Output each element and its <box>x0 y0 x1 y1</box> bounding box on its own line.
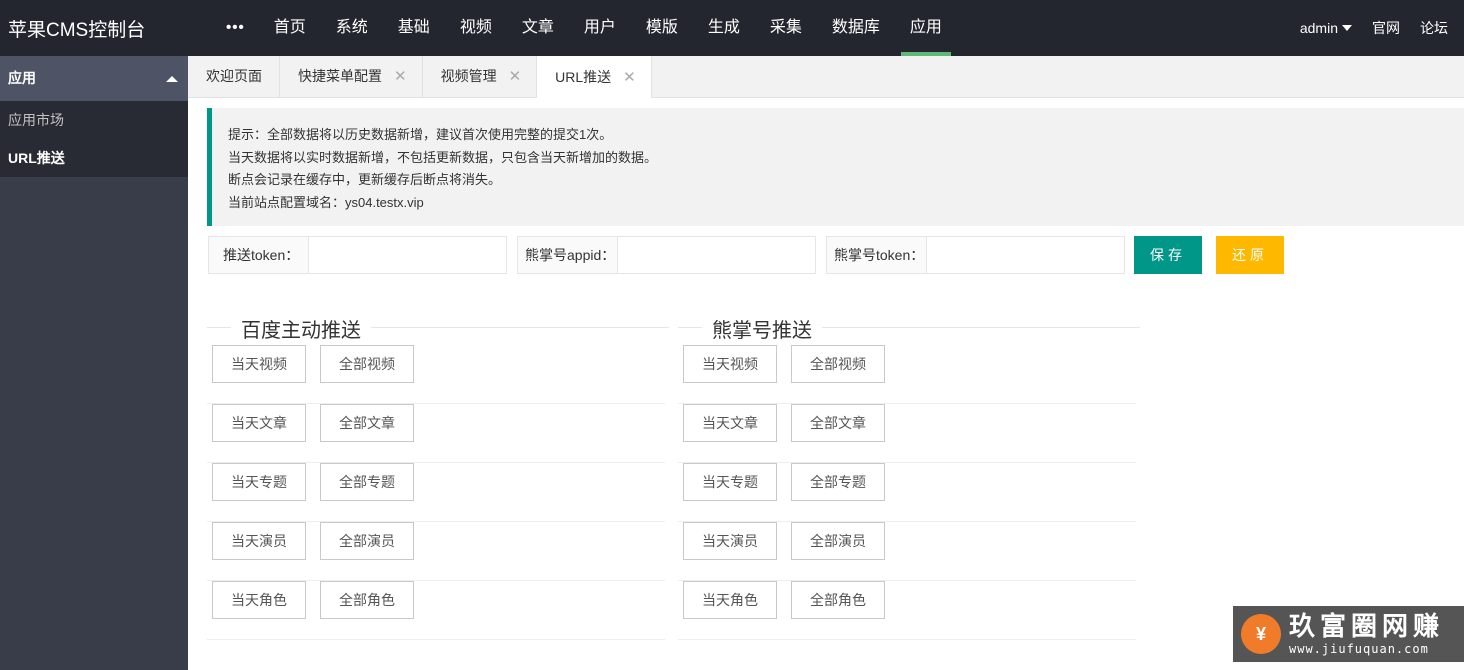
close-icon[interactable]: ✕ <box>509 56 522 97</box>
watermark-badge: ¥ 玖富圈网赚 www.jiufuquan.com <box>1233 606 1464 662</box>
tab-welcome[interactable]: 欢迎页面 <box>188 56 280 97</box>
tab-video-manage[interactable]: 视频管理 ✕ <box>423 56 538 97</box>
baidu-today-actor-button[interactable]: 当天演员 <box>212 522 306 560</box>
nav-item-video[interactable]: 视频 <box>445 0 507 56</box>
nav-item-home[interactable]: 首页 <box>259 0 321 56</box>
official-site-link[interactable]: 官网 <box>1372 18 1400 38</box>
baidu-all-role-button[interactable]: 全部角色 <box>320 581 414 619</box>
top-nav: ••• 首页 系统 基础 视频 文章 用户 模版 生成 采集 数据库 应用 <box>212 0 957 56</box>
xzh-today-video-button[interactable]: 当天视频 <box>683 345 777 383</box>
xzh-token-field: 熊掌号token： <box>826 236 1125 274</box>
xzh-token-label: 熊掌号token： <box>827 237 927 273</box>
push-row-actor: 当天演员 全部演员 <box>207 522 665 581</box>
sidebar-item-app-market[interactable]: 应用市场 <box>0 101 188 139</box>
sidebar-group-label: 应用 <box>8 70 36 86</box>
nav-item-article[interactable]: 文章 <box>507 0 569 56</box>
tab-label: 视频管理 <box>440 68 497 84</box>
push-row-video: 当天视频 全部视频 <box>678 345 1136 404</box>
baidu-push-section: 百度主动推送 当天视频 全部视频 当天文章 全部文章 当天专题 全部专题 当天演… <box>207 312 669 640</box>
baidu-all-actor-button[interactable]: 全部演员 <box>320 522 414 560</box>
baidu-all-video-button[interactable]: 全部视频 <box>320 345 414 383</box>
nav-item-database[interactable]: 数据库 <box>817 0 895 56</box>
sidebar-submenu: 应用市场 URL推送 <box>0 101 188 177</box>
push-token-label: 推送token： <box>209 237 309 273</box>
watermark-url: www.jiufuquan.com <box>1289 642 1429 656</box>
xzh-today-role-button[interactable]: 当天角色 <box>683 581 777 619</box>
baidu-today-role-button[interactable]: 当天角色 <box>212 581 306 619</box>
push-token-input[interactable] <box>309 237 506 273</box>
sidebar: 应用 应用市场 URL推送 <box>0 56 188 670</box>
watermark-logo-icon: ¥ <box>1241 614 1281 654</box>
nav-item-basic[interactable]: 基础 <box>383 0 445 56</box>
top-header: 苹果CMS控制台 ••• 首页 系统 基础 视频 文章 用户 模版 生成 采集 … <box>0 0 1464 56</box>
app-logo-title: 苹果CMS控制台 <box>8 20 146 41</box>
push-row-topic: 当天专题 全部专题 <box>207 463 665 522</box>
xzh-all-actor-button[interactable]: 全部演员 <box>791 522 885 560</box>
top-right-links: admin 官网 论坛 <box>1280 0 1448 56</box>
nav-item-apps[interactable]: 应用 <box>895 0 957 56</box>
notice-line: 提示：全部数据将以历史数据新增，建议首次使用完整的提交1次。 <box>228 127 613 142</box>
username: admin <box>1299 20 1338 36</box>
notice-line: 当天数据将以实时数据新增，不包括更新数据，只包含当天新增加的数据。 <box>228 149 658 165</box>
push-row-role: 当天角色 全部角色 <box>207 581 665 640</box>
xzh-token-input[interactable] <box>927 237 1124 273</box>
xzh-today-actor-button[interactable]: 当天演员 <box>683 522 777 560</box>
tab-bar: 欢迎页面 快捷菜单配置 ✕ 视频管理 ✕ URL推送 ✕ <box>188 56 1464 98</box>
tab-quick-menu[interactable]: 快捷菜单配置 ✕ <box>280 56 423 97</box>
user-menu[interactable]: admin <box>1300 20 1352 36</box>
nav-item-user[interactable]: 用户 <box>569 0 631 56</box>
close-icon[interactable]: ✕ <box>623 57 636 98</box>
reset-button[interactable]: 还原 <box>1216 236 1284 274</box>
push-row-actor: 当天演员 全部演员 <box>678 522 1136 581</box>
xzh-today-topic-button[interactable]: 当天专题 <box>683 463 777 501</box>
baidu-today-article-button[interactable]: 当天文章 <box>212 404 306 442</box>
xzh-all-video-button[interactable]: 全部视频 <box>791 345 885 383</box>
nav-item-generate[interactable]: 生成 <box>693 0 755 56</box>
nav-item-template[interactable]: 模版 <box>631 0 693 56</box>
baidu-today-video-button[interactable]: 当天视频 <box>212 345 306 383</box>
nav-item-system[interactable]: 系统 <box>321 0 383 56</box>
xzh-appid-label: 熊掌号appid： <box>518 237 618 273</box>
baidu-today-topic-button[interactable]: 当天专题 <box>212 463 306 501</box>
save-button[interactable]: 保存 <box>1134 236 1202 274</box>
watermark-title: 玖富圈网赚 <box>1289 611 1445 641</box>
xzh-all-role-button[interactable]: 全部角色 <box>791 581 885 619</box>
baidu-all-topic-button[interactable]: 全部专题 <box>320 463 414 501</box>
tab-label: 快捷菜单配置 <box>298 68 382 84</box>
tab-url-push[interactable]: URL推送 ✕ <box>537 56 652 98</box>
push-row-video: 当天视频 全部视频 <box>207 345 665 404</box>
xzh-push-section: 熊掌号推送 当天视频 全部视频 当天文章 全部文章 当天专题 全部专题 当天演员… <box>678 312 1140 640</box>
tab-label: URL推送 <box>555 68 612 85</box>
sidebar-group-apps[interactable]: 应用 <box>0 56 188 101</box>
sidebar-item-url-push[interactable]: URL推送 <box>0 139 188 177</box>
push-row-role: 当天角色 全部角色 <box>678 581 1136 640</box>
xzh-appid-input[interactable] <box>618 237 815 273</box>
xzh-all-topic-button[interactable]: 全部专题 <box>791 463 885 501</box>
push-row-article: 当天文章 全部文章 <box>678 404 1136 463</box>
push-row-article: 当天文章 全部文章 <box>207 404 665 463</box>
caret-up-icon <box>166 76 178 82</box>
baidu-all-article-button[interactable]: 全部文章 <box>320 404 414 442</box>
push-token-field: 推送token： <box>208 236 507 274</box>
xzh-today-article-button[interactable]: 当天文章 <box>683 404 777 442</box>
tab-label: 欢迎页面 <box>206 68 262 84</box>
xzh-all-article-button[interactable]: 全部文章 <box>791 404 885 442</box>
caret-down-icon <box>1342 25 1352 31</box>
xzh-appid-field: 熊掌号appid： <box>517 236 816 274</box>
notice-box: 提示：全部数据将以历史数据新增，建议首次使用完整的提交1次。 当天数据将以实时数… <box>207 108 1464 226</box>
close-icon[interactable]: ✕ <box>394 56 407 97</box>
section-title: 熊掌号推送 <box>702 314 822 343</box>
section-title: 百度主动推送 <box>231 314 371 343</box>
nav-more-button[interactable]: ••• <box>212 0 259 56</box>
forum-link[interactable]: 论坛 <box>1420 18 1448 38</box>
notice-line: 断点会记录在缓存中，更新缓存后断点将消失。 <box>228 172 502 187</box>
push-row-topic: 当天专题 全部专题 <box>678 463 1136 522</box>
notice-line: 当前站点配置域名：ys04.testx.vip <box>228 194 424 210</box>
nav-item-collect[interactable]: 采集 <box>755 0 817 56</box>
